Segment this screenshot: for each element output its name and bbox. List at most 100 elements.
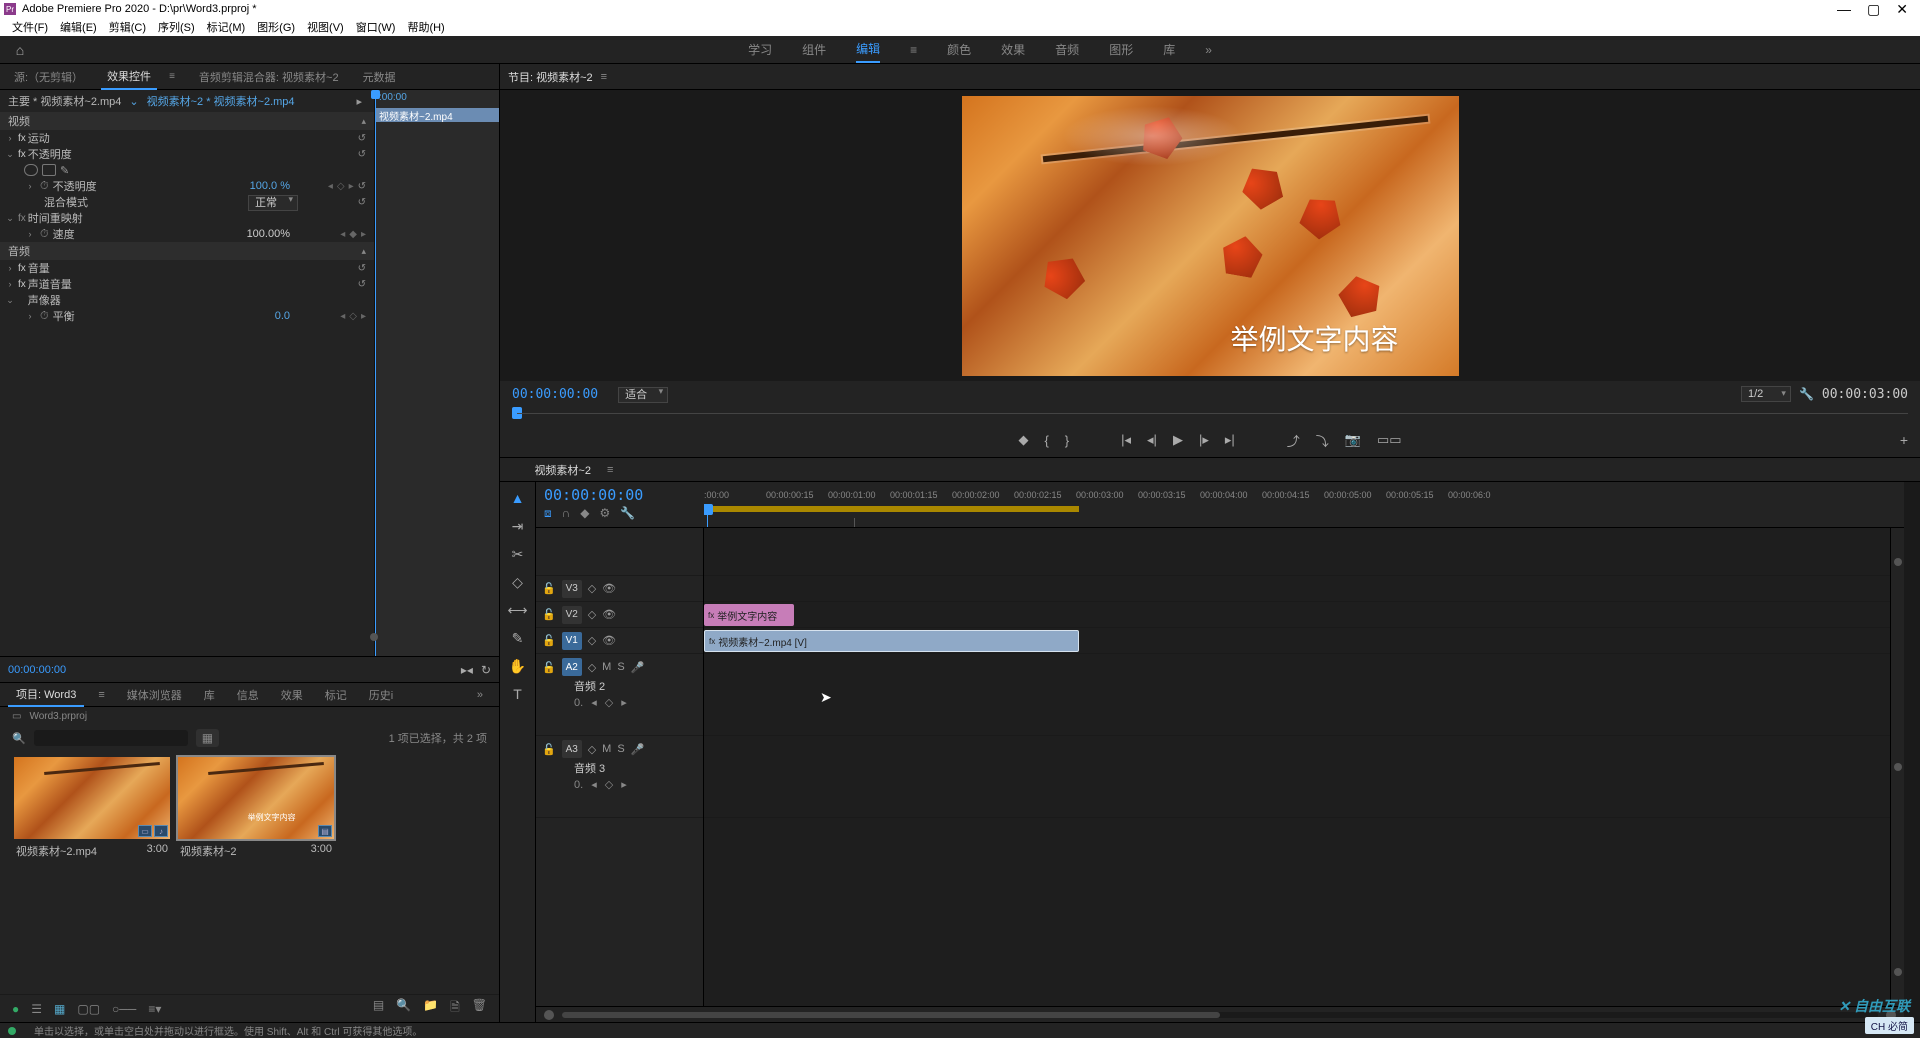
type-tool-icon[interactable]: T xyxy=(508,684,528,704)
add-kf-icon[interactable]: ◆ xyxy=(349,229,357,240)
reset-icon[interactable]: ↺ xyxy=(358,263,366,274)
collapse-icon[interactable]: ⌄ xyxy=(4,295,16,306)
automate-icon[interactable]: ▤ xyxy=(373,998,384,1019)
step-forward-icon[interactable]: |▸ xyxy=(1199,432,1209,448)
track-target[interactable]: V1 xyxy=(562,632,582,650)
lock-icon[interactable]: 🔓 xyxy=(542,582,556,595)
prev-kf-icon[interactable]: ◂ xyxy=(591,696,597,709)
minimize-button[interactable]: — xyxy=(1837,1,1851,18)
tab-sequence[interactable]: 视频素材~2 xyxy=(530,459,595,481)
slip-tool-icon[interactable]: ⟷ xyxy=(508,600,528,620)
sync-lock-icon[interactable]: ◇ xyxy=(588,634,596,647)
prev-kf-icon[interactable]: ◂ xyxy=(591,778,597,791)
program-monitor[interactable]: 举例文字内容 xyxy=(500,90,1920,381)
track-header-v3[interactable]: 🔓 V3 ◇👁 xyxy=(536,576,703,602)
workspace-editing[interactable]: 编辑 xyxy=(856,36,880,63)
delete-icon[interactable]: 🗑 xyxy=(472,998,487,1019)
prev-kf-icon[interactable]: ◂ xyxy=(340,311,345,322)
loop-icon[interactable]: ↻ xyxy=(481,663,491,677)
scroll-up-icon[interactable]: ▴ xyxy=(361,246,366,257)
clip-text[interactable]: fx举例文字内容 xyxy=(704,604,794,626)
button-editor-icon[interactable]: + xyxy=(1900,432,1908,448)
ec-playhead[interactable] xyxy=(375,90,376,656)
fx-toggle-icon[interactable]: fx xyxy=(16,279,28,290)
voice-icon[interactable]: 🎤 xyxy=(631,743,645,756)
project-item[interactable]: 举例文字内容 ▤ 视频素材~23:00 xyxy=(178,757,334,863)
clip-video[interactable]: fx视频素材~2.mp4 [V] xyxy=(704,630,1079,652)
track-header-a2[interactable]: 🔓 A2 ◇MS🎤 音频 2 0.◂◇▸ xyxy=(536,654,703,736)
ec-motion-row[interactable]: › fx 运动 ↺ xyxy=(0,130,374,146)
track-content[interactable]: fx举例文字内容 fx视频素材~2.mp4 [V] xyxy=(704,528,1890,1006)
reset-icon[interactable]: ↺ xyxy=(358,197,366,208)
snap-icon[interactable]: ⧈ xyxy=(544,506,552,521)
freeform-view-icon[interactable]: ▢▢ xyxy=(77,1002,100,1016)
search-input[interactable] xyxy=(34,730,188,746)
tab-audio-mixer[interactable]: 音频剪辑混合器: 视频素材~2 xyxy=(193,65,345,89)
link-icon[interactable]: ∩ xyxy=(562,506,571,521)
rw-toggle-icon[interactable]: ● xyxy=(12,1002,19,1016)
reset-icon[interactable]: ↺ xyxy=(358,133,366,144)
zoom-level-select[interactable]: 适合 xyxy=(618,387,668,403)
ec-balance-row[interactable]: › ⏱ 平衡 0.0 ◂◇▸ xyxy=(0,308,374,324)
project-grid[interactable]: ▭♪ 视频素材~2.mp43:00 举例文字内容 ▤ 视频素材~23:00 xyxy=(0,751,499,994)
timeline-hscroll[interactable] xyxy=(536,1006,1904,1022)
reset-icon[interactable]: ↺ xyxy=(358,149,366,160)
sync-lock-icon[interactable]: ◇ xyxy=(588,743,596,756)
ec-panner-row[interactable]: ⌄ fx 声像器 xyxy=(0,292,374,308)
thumbnail-image[interactable]: 举例文字内容 ▤ xyxy=(178,757,334,839)
track-target[interactable]: V3 xyxy=(562,580,582,598)
workspace-menu-icon[interactable]: ≡ xyxy=(910,39,917,61)
collapse-icon[interactable]: ⌄ xyxy=(4,149,16,160)
close-button[interactable]: ✕ xyxy=(1896,1,1908,18)
timeline-time[interactable]: 00:00:00:00 xyxy=(544,486,696,504)
sync-lock-icon[interactable]: ◇ xyxy=(588,608,596,621)
ec-remap-row[interactable]: ⌄ fx 时间重映射 xyxy=(0,210,374,226)
tab-project[interactable]: 项目: Word3 xyxy=(8,683,84,707)
zoom-slider[interactable]: ○── xyxy=(112,1002,136,1016)
fx-toggle-icon[interactable]: fx xyxy=(16,149,28,160)
next-kf-icon[interactable]: ▸ xyxy=(621,696,627,709)
track-name[interactable]: 音频 3 xyxy=(542,760,605,776)
mark-out-icon[interactable]: } xyxy=(1065,433,1069,448)
sync-lock-icon[interactable]: ◇ xyxy=(588,661,596,674)
zoom-out-handle[interactable] xyxy=(544,1010,554,1020)
stopwatch-icon[interactable]: ⏱ xyxy=(36,180,53,193)
ec-blend-row[interactable]: 混合模式 正常 ↺ xyxy=(0,194,374,210)
extract-icon[interactable]: ⤵ xyxy=(1316,431,1329,450)
tab-menu-icon[interactable]: ≡ xyxy=(163,67,181,86)
tab-media-browser[interactable]: 媒体浏览器 xyxy=(119,684,190,706)
hand-tool-icon[interactable]: ✋ xyxy=(508,656,528,676)
mark-in-icon[interactable]: { xyxy=(1044,433,1048,448)
work-area-bar[interactable] xyxy=(704,506,1079,512)
icon-view-icon[interactable]: ▦ xyxy=(54,1002,65,1016)
add-kf-icon[interactable]: ◇ xyxy=(349,311,357,322)
menu-sequence[interactable]: 序列(S) xyxy=(154,19,199,35)
new-bin-icon[interactable]: 📁 xyxy=(423,998,438,1019)
rect-mask-icon[interactable] xyxy=(42,164,56,176)
sync-lock-icon[interactable]: ◇ xyxy=(588,582,596,595)
monitor-viewport[interactable]: 举例文字内容 xyxy=(962,96,1459,376)
track-name[interactable]: 音频 2 xyxy=(542,678,605,694)
lock-icon[interactable]: 🔓 xyxy=(542,608,556,621)
ec-hscroll[interactable] xyxy=(0,632,391,642)
tab-program[interactable]: 节目: 视频素材~2 xyxy=(508,69,593,85)
track-vol[interactable]: 0. xyxy=(574,779,583,791)
expand-icon[interactable]: › xyxy=(24,229,36,239)
program-ruler[interactable] xyxy=(500,407,1920,423)
wrench-icon[interactable]: 🔧 xyxy=(620,506,635,521)
timeline-ruler[interactable]: :00:00 00:00:00:15 00:00:01:00 00:00:01:… xyxy=(704,482,1904,527)
ec-volume-row[interactable]: › fx 音量 ↺ xyxy=(0,260,374,276)
workspace-effects[interactable]: 效果 xyxy=(1001,37,1025,62)
workspace-libraries[interactable]: 库 xyxy=(1163,37,1175,62)
ec-timeline-clip[interactable]: 视频素材~2.mp4 xyxy=(375,108,499,122)
workspace-learning[interactable]: 学习 xyxy=(748,37,772,62)
menu-edit[interactable]: 编辑(E) xyxy=(56,19,101,35)
fx-toggle-icon[interactable]: fx xyxy=(16,213,28,224)
tab-history[interactable]: 历史i xyxy=(361,684,401,706)
item-name[interactable]: 视频素材~2 xyxy=(180,843,237,859)
go-out-icon[interactable]: ▸| xyxy=(1225,432,1235,448)
tab-markers[interactable]: 标记 xyxy=(317,684,355,706)
menubar[interactable]: 文件(F) 编辑(E) 剪辑(C) 序列(S) 标记(M) 图形(G) 视图(V… xyxy=(0,18,1920,36)
item-name[interactable]: 视频素材~2.mp4 xyxy=(16,843,97,859)
lock-icon[interactable]: 🔓 xyxy=(542,743,556,756)
